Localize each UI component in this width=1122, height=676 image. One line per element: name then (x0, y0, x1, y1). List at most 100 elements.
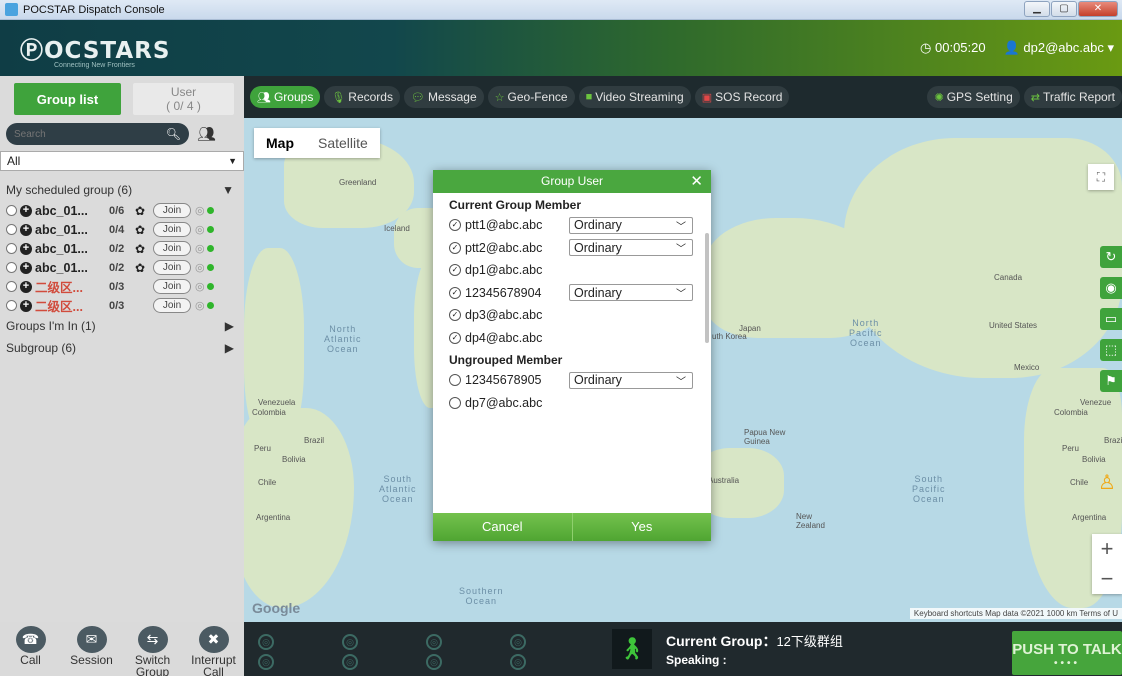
minimize-button[interactable]: ▁ (1024, 1, 1050, 17)
join-button[interactable]: Join (153, 279, 191, 294)
group-row[interactable]: + 二级区... 0/3 Join ◎ (0, 277, 244, 296)
group-members-icon[interactable]: 👥︎ (197, 125, 216, 143)
check-circle-icon[interactable]: ✓ (449, 241, 461, 254)
group-radio[interactable] (6, 300, 17, 311)
group-radio[interactable] (6, 224, 17, 235)
bottom-tool-call[interactable]: ☎ Call (2, 626, 60, 676)
gear-icon[interactable]: ✿ (135, 261, 149, 275)
role-select[interactable]: Ordinary ﹀ (569, 216, 693, 234)
radio-empty-icon[interactable] (449, 374, 461, 387)
member-row[interactable]: dp7@abc.abc (449, 392, 711, 415)
join-button[interactable]: Join (153, 222, 191, 237)
push-to-talk-button[interactable]: PUSH TO TALK •••• (1012, 631, 1122, 675)
group-filter-select[interactable]: All ▼ (0, 151, 244, 171)
bottom-tool-switch-group[interactable]: ⇆ Switch Group (124, 626, 182, 676)
phone-icon[interactable]: ◎ (195, 204, 205, 217)
phone-icon[interactable]: ◎ (195, 242, 205, 255)
fence-icon[interactable]: ⚑ (1100, 370, 1122, 392)
zoom-out-button[interactable]: − (1092, 564, 1122, 594)
phone-icon[interactable]: ◎ (195, 261, 205, 274)
speaker-slot-icon[interactable]: ◎ (342, 654, 358, 670)
member-row[interactable]: ✓ dp1@abc.abc (449, 259, 711, 282)
add-circle-icon[interactable]: + (20, 204, 32, 217)
tab-records[interactable]: 🎙︎ Records (324, 86, 400, 108)
search-icon[interactable]: 🔍︎ (166, 127, 181, 141)
add-circle-icon[interactable]: + (20, 299, 32, 312)
speaker-slot-icon[interactable]: ◎ (258, 654, 274, 670)
close-icon[interactable]: ✕ (690, 170, 703, 193)
close-window-button[interactable]: ✕ (1078, 1, 1118, 17)
phone-icon[interactable]: ◎ (195, 280, 205, 293)
tab-group-list[interactable]: Group list (14, 83, 121, 115)
tab-video-streaming[interactable]: ■ Video Streaming (578, 86, 691, 108)
speaker-slot-icon[interactable]: ◎ (426, 634, 442, 650)
search-input[interactable] (14, 128, 154, 140)
phone-icon[interactable]: ◎ (195, 223, 205, 236)
fullscreen-icon[interactable]: ⛶ (1088, 164, 1114, 190)
speaker-slot-icon[interactable]: ◎ (342, 634, 358, 650)
check-circle-icon[interactable]: ✓ (449, 286, 461, 299)
gear-icon[interactable]: ✿ (135, 242, 149, 256)
tab-geofence[interactable]: ☆ Geo-Fence (487, 86, 575, 108)
radio-empty-icon[interactable] (449, 396, 461, 409)
group-radio[interactable] (6, 281, 17, 292)
speaker-slot-icon[interactable]: ◎ (510, 654, 526, 670)
bottom-tool-session[interactable]: ✉ Session (63, 626, 121, 676)
check-circle-icon[interactable]: ✓ (449, 309, 461, 322)
map-type-satellite-button[interactable]: Satellite (306, 128, 380, 158)
group-radio[interactable] (6, 205, 17, 216)
maximize-button[interactable]: ▢ (1051, 1, 1077, 17)
zoom-in-button[interactable]: + (1092, 534, 1122, 564)
member-row[interactable]: 12345678905 Ordinary ﹀ (449, 369, 711, 392)
subgroup-header[interactable]: Subgroup (6) ▶ (0, 337, 244, 359)
check-circle-icon[interactable]: ✓ (449, 219, 461, 232)
bottom-tool-interrupt-call[interactable]: ✖ Interrupt Call (185, 626, 243, 676)
group-row[interactable]: + 二级区... 0/3 Join ◎ (0, 296, 244, 315)
refresh-icon[interactable]: ↻ (1100, 246, 1122, 268)
tab-groups[interactable]: 👥︎ Groups (250, 86, 321, 108)
join-button[interactable]: Join (153, 203, 191, 218)
member-row[interactable]: ✓ dp3@abc.abc (449, 304, 711, 327)
group-radio[interactable] (6, 262, 17, 273)
tab-sos-record[interactable]: ▣ SOS Record (694, 86, 790, 108)
add-circle-icon[interactable]: + (20, 280, 32, 293)
gps-setting-button[interactable]: ✺ GPS Setting (927, 86, 1020, 108)
eye-icon[interactable]: ◉ (1100, 277, 1122, 299)
add-circle-icon[interactable]: + (20, 223, 32, 236)
role-select[interactable]: Ordinary ﹀ (569, 284, 693, 302)
dialog-scrollbar[interactable] (705, 233, 709, 343)
group-row[interactable]: + abc_01... 0/2 ✿ Join ◎ (0, 258, 244, 277)
ruler-icon[interactable]: ▭ (1100, 308, 1122, 330)
map-type-map-button[interactable]: Map (254, 128, 306, 158)
speaker-slot-icon[interactable]: ◎ (258, 634, 274, 650)
member-row[interactable]: ✓ 12345678904 Ordinary ﹀ (449, 282, 711, 305)
speaker-slot-icon[interactable]: ◎ (510, 634, 526, 650)
join-button[interactable]: Join (153, 241, 191, 256)
add-circle-icon[interactable]: + (20, 242, 32, 255)
traffic-report-button[interactable]: ⇄ Traffic Report (1023, 86, 1122, 108)
join-button[interactable]: Join (153, 260, 191, 275)
role-select[interactable]: Ordinary ﹀ (569, 239, 693, 257)
gear-icon[interactable]: ✿ (135, 204, 149, 218)
group-row[interactable]: + abc_01... 0/4 ✿ Join ◎ (0, 220, 244, 239)
speaker-slot-icon[interactable]: ◎ (426, 654, 442, 670)
groups-in-header[interactable]: Groups I'm In (1) ▶ (0, 315, 244, 337)
add-circle-icon[interactable]: + (20, 261, 32, 274)
check-circle-icon[interactable]: ✓ (449, 331, 461, 344)
check-circle-icon[interactable]: ✓ (449, 264, 461, 277)
join-button[interactable]: Join (153, 298, 191, 313)
tab-user[interactable]: User ( 0/ 4 ) (133, 83, 234, 115)
group-radio[interactable] (6, 243, 17, 254)
scheduled-group-header[interactable]: My scheduled group (6) ▼ (0, 179, 244, 201)
phone-icon[interactable]: ◎ (195, 299, 205, 312)
member-row[interactable]: ✓ ptt1@abc.abc Ordinary ﹀ (449, 214, 711, 237)
group-row[interactable]: + abc_01... 0/6 ✿ Join ◎ (0, 201, 244, 220)
role-select[interactable]: Ordinary ﹀ (569, 371, 693, 389)
cancel-button[interactable]: Cancel (433, 513, 573, 541)
member-row[interactable]: ✓ dp4@abc.abc (449, 327, 711, 350)
member-row[interactable]: ✓ ptt2@abc.abc Ordinary ﹀ (449, 237, 711, 260)
user-menu[interactable]: 👤 dp2@abc.abc ▾ (1004, 40, 1114, 56)
yes-button[interactable]: Yes (572, 513, 711, 541)
select-area-icon[interactable]: ⬚ (1100, 339, 1122, 361)
gear-icon[interactable]: ✿ (135, 223, 149, 237)
